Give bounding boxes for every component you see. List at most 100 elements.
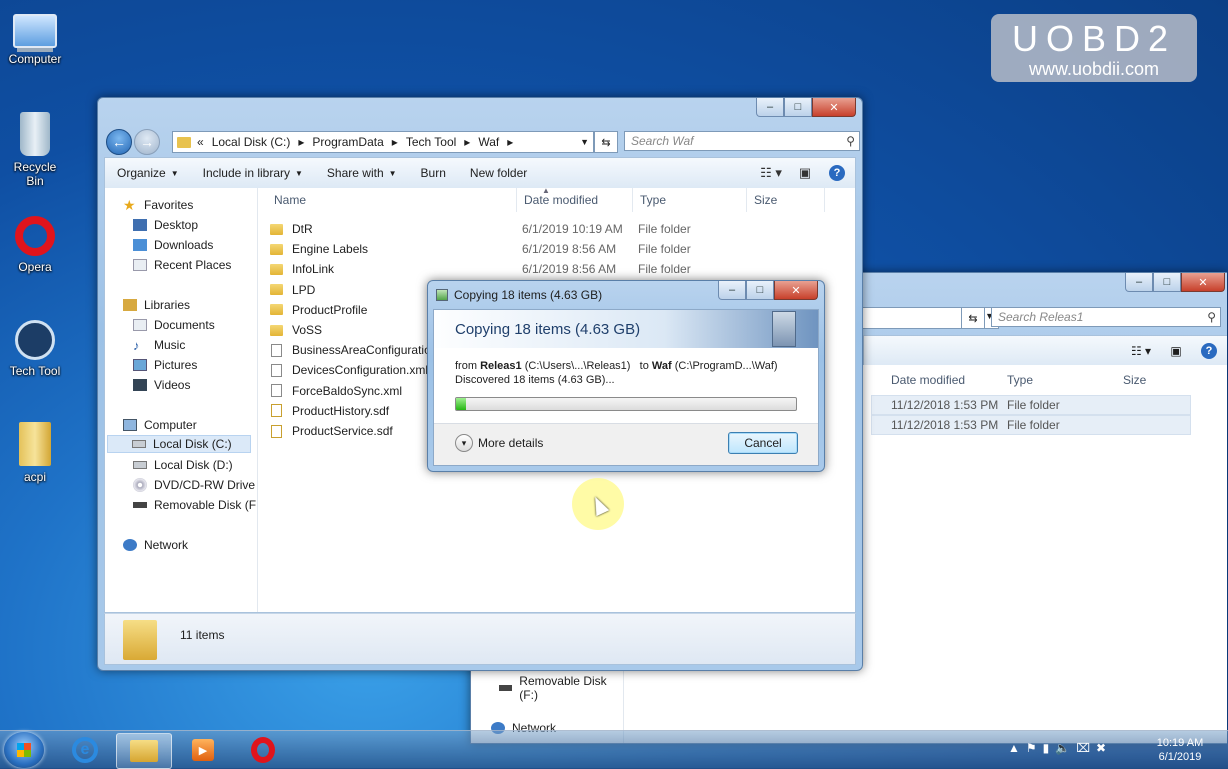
column-date-modified[interactable]: Date modified xyxy=(891,373,965,387)
nav-libraries[interactable]: Libraries xyxy=(123,296,190,314)
nav-network[interactable]: Network xyxy=(123,536,188,554)
maximize-button[interactable]: □ xyxy=(784,98,812,117)
nav-favorites[interactable]: ★ Favorites xyxy=(123,196,193,214)
table-row[interactable]: 11/12/2018 1:53 PM File folder xyxy=(871,395,1191,415)
breadcrumb-waf[interactable]: Waf xyxy=(478,135,499,149)
nav-downloads[interactable]: Downloads xyxy=(133,236,213,254)
new-folder-button[interactable]: New folder xyxy=(458,166,539,180)
nav-desktop[interactable]: Desktop xyxy=(133,216,198,234)
file-name-cell: ProductProfile xyxy=(270,303,367,317)
column-name[interactable]: Name xyxy=(274,193,306,207)
nav-local-disk-d[interactable]: Local Disk (D:) xyxy=(133,456,233,474)
chevron-right-icon[interactable]: ▸ xyxy=(392,135,398,149)
breadcrumb-overflow[interactable]: « xyxy=(197,135,204,149)
usb-icon[interactable]: ⌧ xyxy=(1076,741,1090,755)
taskbar-opera[interactable] xyxy=(236,733,290,767)
start-button[interactable] xyxy=(4,732,44,768)
breadcrumb-programdata[interactable]: ProgramData xyxy=(312,135,383,149)
search-input[interactable]: Search Releas1 ⚲ xyxy=(991,307,1221,327)
column-divider[interactable] xyxy=(632,188,633,212)
flag-icon[interactable]: ⚑ xyxy=(1026,741,1037,755)
refresh-button[interactable]: ⇆ xyxy=(594,131,618,153)
nav-removable-disk[interactable]: Removable Disk (F:) xyxy=(133,496,257,514)
help-icon[interactable]: ? xyxy=(1201,343,1217,359)
organize-button[interactable]: Organize ▼ xyxy=(105,166,191,180)
taskbar-internet-explorer[interactable]: e xyxy=(58,733,112,767)
nav-label: Pictures xyxy=(154,358,198,372)
nav-local-disk-c[interactable]: Local Disk (C:) xyxy=(107,435,251,453)
file-icon xyxy=(271,384,282,398)
column-type[interactable]: Type xyxy=(640,193,666,207)
more-details-toggle[interactable]: ▾ More details xyxy=(455,434,543,452)
minimize-button[interactable]: – xyxy=(1125,273,1153,292)
network-icon[interactable]: ▮ xyxy=(1043,741,1050,755)
chevron-right-icon[interactable]: ▸ xyxy=(464,135,470,149)
close-button[interactable]: ✕ xyxy=(1181,273,1225,292)
nav-computer[interactable]: Computer xyxy=(123,416,197,434)
preview-pane-icon[interactable]: ▣ xyxy=(791,165,819,181)
taskbar-media-player[interactable]: ▶ xyxy=(176,733,230,767)
views-icon[interactable]: ☷ ▾ xyxy=(1121,344,1161,358)
column-divider[interactable] xyxy=(516,188,517,212)
source-name[interactable]: Releas1 xyxy=(480,360,522,372)
nav-documents[interactable]: Documents xyxy=(133,316,215,334)
preview-pane-icon[interactable]: ▣ xyxy=(1161,344,1191,358)
taskbar-windows-explorer[interactable] xyxy=(116,733,172,769)
breadcrumb-local-disk[interactable]: Local Disk (C:) xyxy=(212,135,291,149)
nav-removable-disk[interactable]: Removable Disk (F:) xyxy=(499,674,623,702)
destination-name[interactable]: Waf xyxy=(652,360,672,372)
table-row[interactable]: 11/12/2018 1:53 PM File folder xyxy=(871,415,1191,435)
breadcrumb-tech-tool[interactable]: Tech Tool xyxy=(406,135,456,149)
column-divider[interactable] xyxy=(746,188,747,212)
nav-recent-places[interactable]: Recent Places xyxy=(133,256,231,274)
column-date-modified[interactable]: Date modified xyxy=(524,193,598,207)
nav-dvd-drive[interactable]: DVD/CD-RW Drive ( xyxy=(133,476,257,494)
desktop-icon-computer[interactable]: Computer xyxy=(4,8,66,66)
column-size[interactable]: Size xyxy=(754,193,777,207)
chevron-down-icon[interactable]: ▼ xyxy=(580,137,589,147)
security-icon[interactable]: ✖ xyxy=(1096,741,1106,755)
column-divider[interactable] xyxy=(824,188,825,212)
refresh-button[interactable]: ⇆ xyxy=(961,307,985,329)
views-icon[interactable]: ☷ ▾ xyxy=(751,165,791,181)
file-row[interactable]: Engine Labels 6/1/2019 8:56 AM File folder xyxy=(270,239,730,259)
forward-button[interactable]: → xyxy=(134,129,160,155)
watermark: UOBD2 www.uobdii.com xyxy=(991,14,1197,82)
file-row[interactable]: InfoLink 6/1/2019 8:56 AM File folder xyxy=(270,259,730,279)
close-button[interactable]: ✕ xyxy=(812,98,856,117)
more-details-label: More details xyxy=(478,436,544,450)
nav-videos[interactable]: Videos xyxy=(133,376,190,394)
column-size[interactable]: Size xyxy=(1123,373,1146,387)
back-button[interactable]: ← xyxy=(106,129,132,155)
nav-music[interactable]: ♪ Music xyxy=(133,336,185,354)
desktop-icon-opera[interactable]: Opera xyxy=(4,216,66,274)
file-row[interactable]: DtR 6/1/2019 10:19 AM File folder xyxy=(270,219,730,239)
address-bar[interactable]: « Local Disk (C:) ▸ ProgramData ▸ Tech Too… xyxy=(172,131,594,153)
clock[interactable]: 10:19 AM 6/1/2019 xyxy=(1150,736,1210,764)
nav-pictures[interactable]: Pictures xyxy=(133,356,197,374)
show-hidden-icons-icon[interactable]: ▲ xyxy=(1008,741,1020,755)
file-type: File folder xyxy=(638,222,691,236)
burn-button[interactable]: Burn xyxy=(409,166,458,180)
copy-progress-dialog[interactable]: Copying 18 items (4.63 GB) – □ ✕ Copying… xyxy=(427,280,825,472)
file-name-cell: Engine Labels xyxy=(270,242,368,256)
chevron-right-icon[interactable]: ▸ xyxy=(298,135,304,149)
share-with-button[interactable]: Share with ▼ xyxy=(315,166,409,180)
maximize-button[interactable]: □ xyxy=(1153,273,1181,292)
desktop-icon-recycle-bin[interactable]: Recycle Bin xyxy=(4,112,66,188)
minimize-button[interactable]: – xyxy=(756,98,784,117)
cancel-button[interactable]: Cancel xyxy=(728,432,798,454)
minimize-button[interactable]: – xyxy=(718,281,746,300)
desktop-icon-tech-tool[interactable]: Tech Tool xyxy=(4,320,66,378)
chevron-right-icon[interactable]: ▸ xyxy=(507,135,513,149)
close-button[interactable]: ✕ xyxy=(774,281,818,300)
help-icon[interactable]: ? xyxy=(829,165,845,181)
file-name: ProductProfile xyxy=(292,302,368,317)
chevron-down-icon: ▼ xyxy=(388,168,397,178)
volume-icon[interactable]: 🔈 xyxy=(1055,741,1070,755)
desktop-icon-acpi[interactable]: acpi xyxy=(4,422,66,484)
column-type[interactable]: Type xyxy=(1007,373,1033,387)
include-in-library-button[interactable]: Include in library ▼ xyxy=(191,166,315,180)
maximize-button[interactable]: □ xyxy=(746,281,774,300)
search-input[interactable]: Search Waf ⚲ xyxy=(624,131,860,151)
